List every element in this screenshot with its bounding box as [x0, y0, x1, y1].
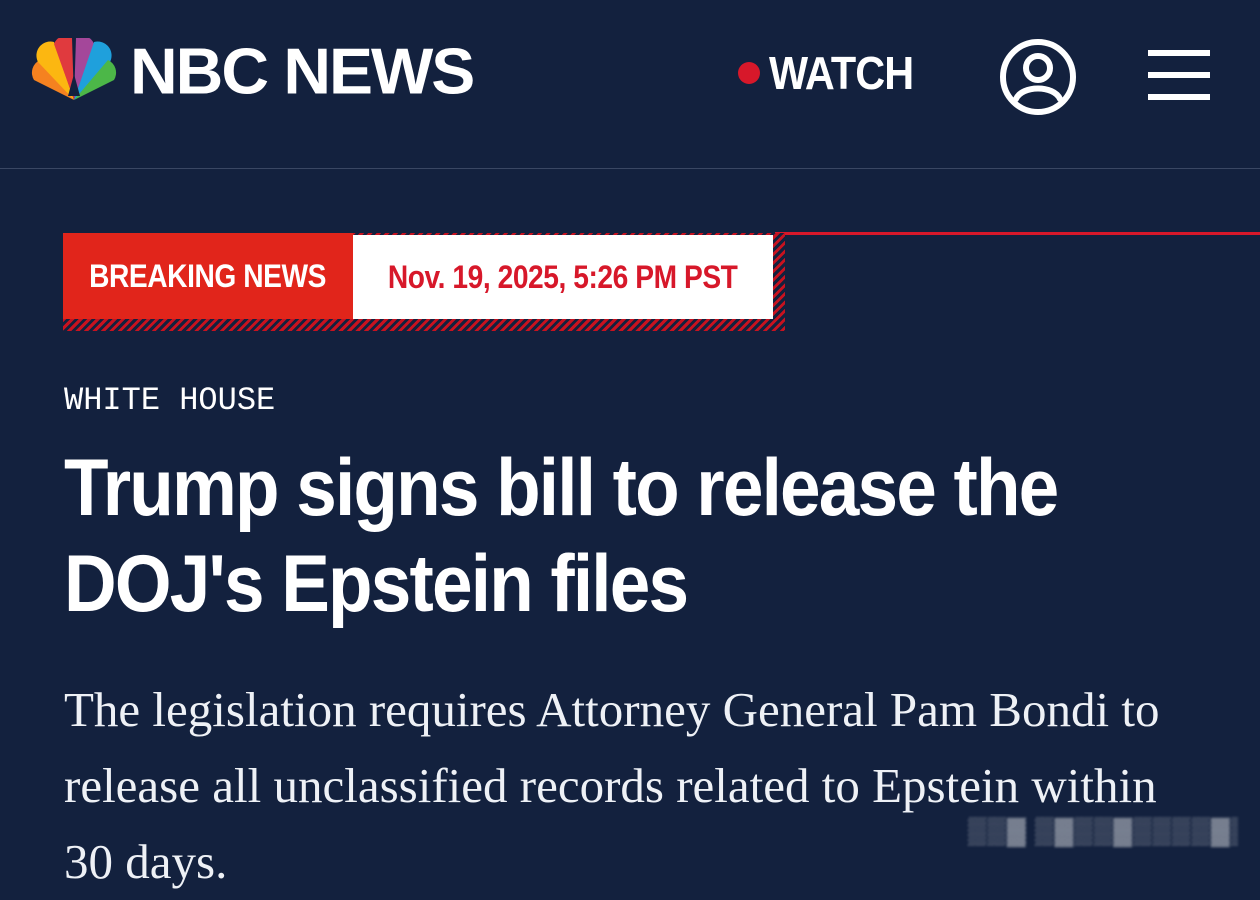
headline-text: Trump signs bill to release the DOJ's Ep… — [64, 443, 1059, 629]
hamburger-menu-icon[interactable] — [1148, 50, 1210, 102]
live-dot-icon — [738, 62, 760, 84]
section-link[interactable]: WHITE HOUSE — [64, 382, 275, 419]
user-account-icon[interactable] — [998, 37, 1078, 117]
article-dek: The legislation requires Attorney Genera… — [64, 682, 1160, 889]
breaking-timestamp: Nov. 19, 2025, 5:26 PM PST — [353, 235, 773, 319]
menu-bar — [1148, 72, 1210, 78]
breaking-news-label: BREAKING NEWS — [63, 233, 353, 319]
article-headline: Trump signs bill to release the DOJ's Ep… — [64, 440, 1224, 632]
breaking-rule — [775, 232, 1260, 235]
watch-live-button[interactable]: WATCH — [738, 50, 929, 96]
site-header: NBC NEWS WATCH — [0, 0, 1260, 169]
watermark: ▒▒▓ ▒▓▒▒▓▒▒▒▒▓▒ — [968, 815, 1238, 845]
menu-bar — [1148, 50, 1210, 56]
nbc-peacock-icon — [31, 38, 117, 100]
breaking-news-text: BREAKING NEWS — [89, 257, 327, 294]
breaking-news-banner: BREAKING NEWS Nov. 19, 2025, 5:26 PM PST — [63, 233, 785, 331]
nbc-news-logo[interactable]: NBC NEWS — [30, 34, 475, 108]
brand-wordmark: NBC NEWS — [130, 34, 475, 108]
watch-label: WATCH — [769, 47, 914, 99]
timestamp-text: Nov. 19, 2025, 5:26 PM PST — [388, 258, 738, 295]
menu-bar — [1148, 94, 1210, 100]
